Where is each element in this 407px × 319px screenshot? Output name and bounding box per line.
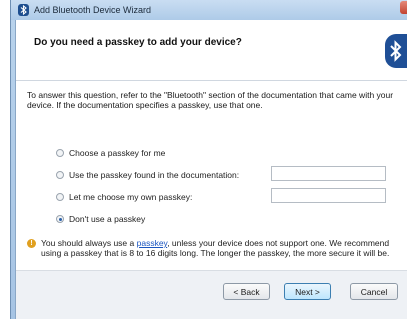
info-icon: ! [27, 239, 36, 248]
bluetooth-logo-icon [385, 34, 407, 68]
cancel-button[interactable]: Cancel [350, 283, 398, 300]
close-button[interactable] [400, 1, 407, 14]
passkey-link[interactable]: passkey [137, 238, 168, 248]
option-label: Choose a passkey for me [69, 148, 166, 158]
wizard-window: Add Bluetooth Device Wizard Do you need … [10, 0, 407, 319]
radio-documentation-passkey[interactable] [56, 171, 64, 179]
bluetooth-icon [18, 4, 29, 16]
radio-choose-for-me[interactable] [56, 149, 64, 157]
page-title: Do you need a passkey to add your device… [34, 37, 242, 48]
radio-no-passkey[interactable] [56, 215, 64, 223]
next-button[interactable]: Next > [284, 283, 331, 300]
documentation-passkey-field[interactable] [271, 166, 386, 181]
description-text: To answer this question, refer to the "B… [27, 90, 394, 110]
back-button[interactable]: < Back [223, 283, 270, 300]
wizard-header: Do you need a passkey to add your device… [16, 20, 407, 81]
info-text: You should always use a passkey, unless … [41, 238, 390, 258]
option-label: Don't use a passkey [69, 214, 146, 224]
wizard-footer: < Back Next > Cancel [16, 270, 407, 319]
radio-own-passkey[interactable] [56, 193, 64, 201]
option-label: Let me choose my own passkey: [69, 192, 193, 202]
option-label: Use the passkey found in the documentati… [69, 170, 240, 180]
wizard-content: Do you need a passkey to add your device… [15, 20, 407, 319]
window-title: Add Bluetooth Device Wizard [34, 5, 152, 15]
title-bar[interactable]: Add Bluetooth Device Wizard [11, 0, 407, 20]
own-passkey-field[interactable] [271, 188, 386, 203]
